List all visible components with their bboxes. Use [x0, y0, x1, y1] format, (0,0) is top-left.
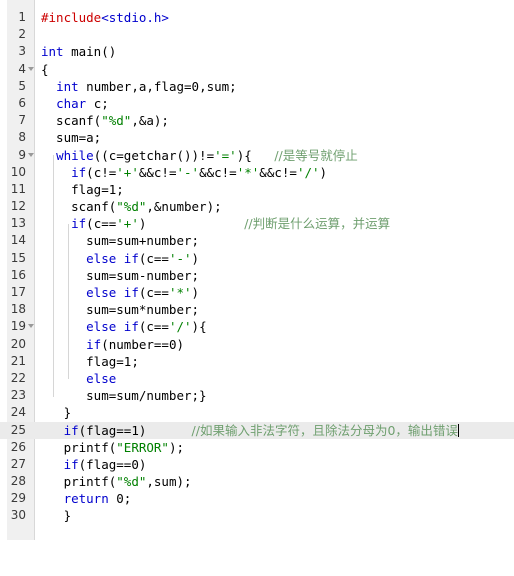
code-line[interactable]: 6 char c;: [0, 95, 514, 112]
line-text: char c;: [56, 95, 109, 111]
code-line[interactable]: 4 {: [0, 61, 514, 78]
line-number: 20: [10, 336, 26, 351]
line-number: 24: [10, 405, 26, 420]
code-line[interactable]: 19 else if(c=='/'){: [0, 318, 514, 335]
line-text: sum=sum*number;: [41, 302, 200, 318]
line-number: 9: [18, 147, 26, 162]
code-line[interactable]: 5 int number,a,flag=0,sum;: [0, 78, 514, 95]
code-line[interactable]: 1 #include<stdio.h>: [0, 9, 514, 26]
line-number: 6: [18, 95, 26, 110]
line-number: 5: [18, 78, 26, 93]
code-line[interactable]: 12 scanf("%d",&number);: [0, 198, 514, 215]
inline-comment: //如果输入非法字符，且除法分母为0，输出错误: [191, 422, 458, 438]
code-line[interactable]: 27 if(flag==0): [0, 456, 514, 473]
line-number: 10: [10, 164, 26, 179]
line-text: flag=1;: [41, 181, 124, 197]
code-line[interactable]: 9 while((c=getchar())!='='){ //是等号就停止: [0, 147, 514, 164]
line-number: 16: [10, 267, 26, 282]
line-number: 15: [10, 250, 26, 265]
code-line[interactable]: 18 sum=sum*number;: [0, 301, 514, 318]
code-line[interactable]: 10 if(c!='+'&&c!='-'&&c!='*'&&c!='/'): [0, 164, 514, 181]
line-text: if(number==0): [86, 336, 185, 352]
line-number: 23: [10, 388, 26, 403]
code-line[interactable]: 29 return 0;: [0, 490, 514, 507]
line-text: if(c!='+'&&c!='-'&&c!='*'&&c!='/'): [71, 164, 328, 180]
code-line[interactable]: 15 else if(c=='-'): [0, 250, 514, 267]
line-text: if(c=='+') //判断是什么运算，并运算: [71, 216, 391, 232]
line-text: else: [86, 370, 117, 386]
code-line[interactable]: 20 if(number==0): [0, 336, 514, 353]
line-text: int main(): [41, 44, 117, 60]
line-number: 27: [10, 456, 26, 471]
line-number: 1: [18, 10, 26, 24]
line-number: 28: [10, 474, 26, 489]
code-line[interactable]: 7 scanf("%d",&a);: [0, 112, 514, 129]
line-text: printf("%d",sum);: [41, 474, 192, 490]
line-number: 26: [10, 439, 26, 454]
line-text: printf("ERROR");: [41, 439, 185, 455]
code-line[interactable]: 28 printf("%d",sum);: [0, 473, 514, 490]
line-number: 29: [10, 491, 26, 506]
line-number: 25: [10, 422, 26, 437]
line-text: if(flag==1) //如果输入非法字符，且除法分母为0，输出错误: [63, 422, 459, 438]
fold-triangle-icon[interactable]: [28, 66, 34, 71]
line-text: while((c=getchar())!='='){ //是等号就停止: [56, 147, 358, 163]
line-text: #include<stdio.h>: [41, 10, 169, 25]
line-number: 22: [10, 370, 26, 385]
line-text: sum=sum-number;: [41, 267, 200, 283]
code-line[interactable]: 3 int main(): [0, 43, 514, 60]
line-number: 12: [10, 199, 26, 214]
code-line[interactable]: 22 else: [0, 370, 514, 387]
line-number: 30: [10, 508, 26, 523]
line-number: 8: [18, 130, 26, 145]
code-line[interactable]: 24 }: [0, 404, 514, 421]
line-text: sum=sum+number;: [41, 233, 200, 249]
code-line[interactable]: 2: [0, 26, 514, 43]
text-caret: [457, 423, 459, 437]
line-text: else if(c=='-'): [86, 250, 200, 266]
code-line[interactable]: 16 sum=sum-number;: [0, 267, 514, 284]
line-text: return 0;: [63, 491, 132, 507]
line-number: 21: [10, 353, 26, 368]
line-number: 11: [10, 181, 26, 196]
code-line[interactable]: 11 flag=1;: [0, 181, 514, 198]
line-text: if(flag==0): [63, 456, 147, 472]
line-text: {: [41, 61, 49, 77]
code-editor[interactable]: 1 #include<stdio.h> 2 3 int main() 4 { 5…: [0, 0, 514, 540]
code-line[interactable]: 23 sum=sum/number;}: [0, 387, 514, 404]
line-text: }: [41, 508, 72, 524]
line-text: else if(c=='*'): [86, 285, 200, 300]
line-number: 17: [10, 285, 26, 299]
line-text: int number,a,flag=0,sum;: [56, 78, 237, 94]
line-text: else if(c=='/'){: [86, 319, 207, 335]
inline-comment: //判断是什么运算，并运算: [244, 216, 391, 232]
line-number: 7: [18, 113, 26, 128]
line-number: 14: [10, 233, 26, 248]
fold-triangle-icon[interactable]: [28, 324, 34, 329]
code-line[interactable]: 21 flag=1;: [0, 353, 514, 370]
code-content[interactable]: 1 #include<stdio.h> 2 3 int main() 4 { 5…: [0, 9, 514, 525]
fold-triangle-icon[interactable]: [28, 152, 34, 157]
line-text: }: [41, 405, 72, 421]
line-text: sum=sum/number;}: [41, 388, 207, 404]
line-number: 19: [10, 319, 26, 334]
code-line[interactable]: 26 printf("ERROR");: [0, 439, 514, 456]
line-number: 4: [18, 61, 26, 76]
code-line[interactable]: 17 else if(c=='*'): [0, 284, 514, 301]
line-text: scanf("%d",&number);: [41, 199, 222, 215]
line-text: flag=1;: [41, 353, 139, 369]
line-number: 13: [10, 216, 26, 231]
line-number: 18: [10, 302, 26, 317]
line-text: sum=a;: [41, 130, 102, 146]
code-line-current[interactable]: 25 if(flag==1) //如果输入非法字符，且除法分母为0，输出错误: [0, 421, 514, 439]
inline-comment: //是等号就停止: [274, 147, 358, 163]
line-text: scanf("%d",&a);: [41, 113, 169, 129]
line-number: 3: [18, 44, 26, 59]
code-line[interactable]: 13 if(c=='+') //判断是什么运算，并运算: [0, 215, 514, 232]
code-line[interactable]: 14 sum=sum+number;: [0, 232, 514, 249]
code-line[interactable]: 30 }: [0, 507, 514, 524]
line-number: 2: [18, 27, 26, 42]
code-line[interactable]: 8 sum=a;: [0, 129, 514, 146]
